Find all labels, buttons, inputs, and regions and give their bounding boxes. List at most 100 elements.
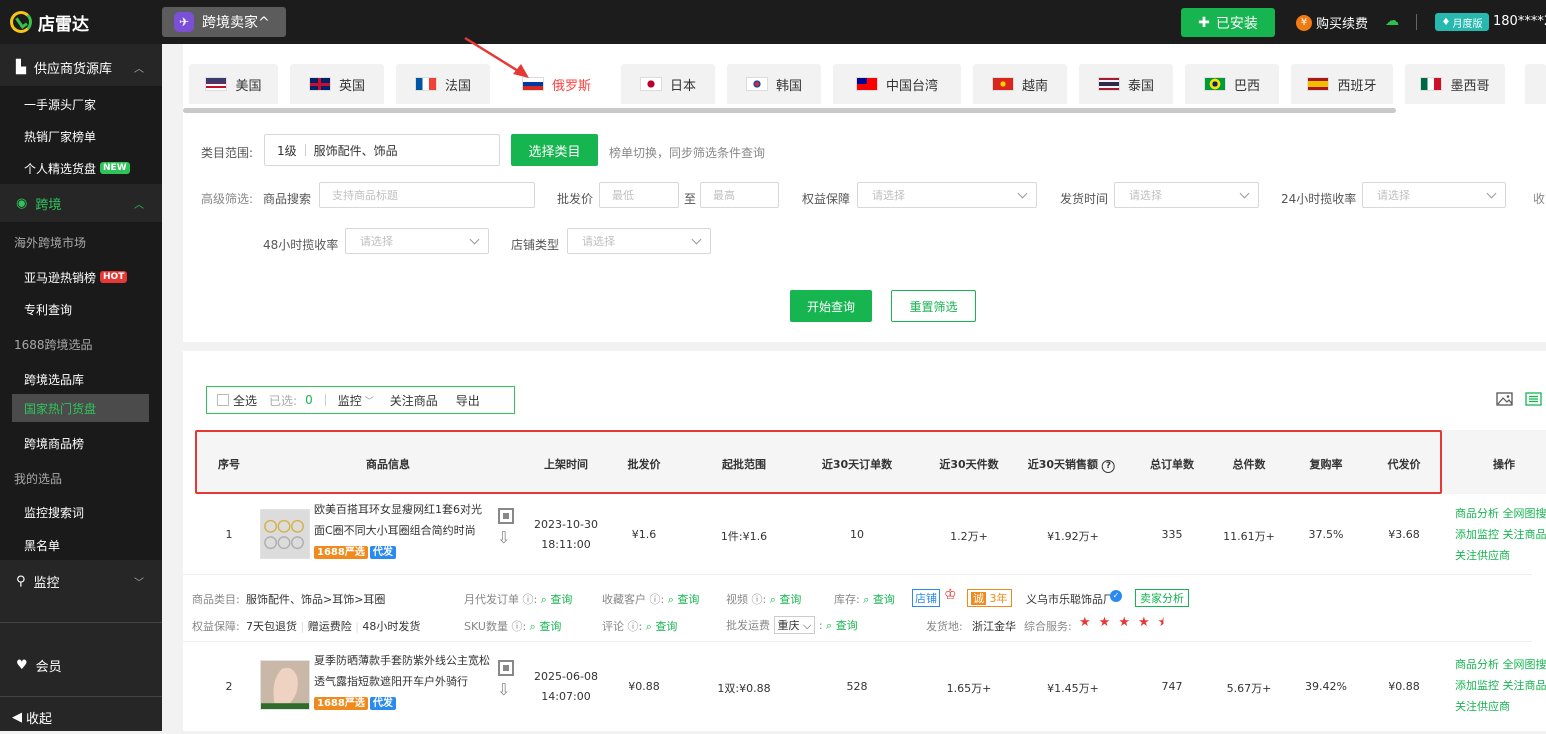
qr-code-icon[interactable]	[498, 508, 514, 524]
product-thumbnail[interactable]	[260, 509, 310, 559]
query-link[interactable]: ⌕ 查询	[826, 619, 858, 632]
sidebar-item-monitor-keyword[interactable]: 监控搜索词	[0, 496, 162, 528]
select-all-checkbox[interactable]	[217, 394, 229, 406]
image-search-link[interactable]: 全网图搜	[1503, 507, 1546, 520]
col-header-total-orders[interactable]: 总订单数	[1150, 456, 1194, 472]
image-search-link[interactable]: 全网图搜	[1503, 658, 1546, 671]
cloud-download-icon[interactable]: ☁	[1385, 14, 1402, 29]
tw-flag-icon	[856, 77, 878, 91]
query-link[interactable]: ⌕ 查询	[530, 620, 562, 633]
renew-link[interactable]: ¥ 购买续费	[1296, 13, 1368, 32]
image-view-icon[interactable]	[1496, 392, 1513, 406]
tab-th[interactable]: 泰国	[1079, 64, 1173, 104]
arrow-annotation-icon	[463, 36, 533, 82]
tab-jp[interactable]: 日本	[621, 64, 715, 104]
sidebar-member[interactable]: ♥ 会员	[0, 648, 162, 682]
sidebar-collapse[interactable]: ◀ 收起	[0, 700, 162, 734]
seller-analysis-button[interactable]: 卖家分析	[1135, 589, 1189, 607]
col-header-repurchase[interactable]: 复购率	[1310, 456, 1343, 472]
pieces-30d: 1.65万+	[947, 680, 992, 696]
sidebar-group-monitor[interactable]: ⚲ 监控 ﹀	[0, 564, 162, 598]
rate48-select[interactable]: 请选择	[345, 228, 489, 254]
sidebar-item-crossborder-rank[interactable]: 跨境商品榜	[0, 427, 162, 459]
sidebar-item-patent[interactable]: 专利查询	[0, 293, 162, 325]
follow-product-link[interactable]: 关注商品	[1503, 679, 1546, 692]
tab-overflow[interactable]	[1525, 64, 1546, 104]
sidebar-item-label: 热销厂家榜单	[24, 128, 96, 145]
col-header-price[interactable]: 批发价	[628, 456, 661, 472]
col-header-orders30[interactable]: 近30天订单数	[822, 456, 892, 472]
user-phone[interactable]: 180****2	[1493, 14, 1546, 29]
follow-product-link[interactable]: 关注商品	[1503, 528, 1546, 541]
price-min-input[interactable]: 最低	[599, 182, 679, 208]
col-header-total-pieces[interactable]: 总件数	[1233, 456, 1266, 472]
tab-kr[interactable]: 韩国	[727, 64, 821, 104]
price-max-input[interactable]: 最高	[700, 182, 779, 208]
product-thumbnail[interactable]	[260, 660, 310, 710]
tab-es[interactable]: 西班牙	[1291, 64, 1393, 104]
guarantee-select[interactable]: 请选择	[857, 182, 1037, 208]
sidebar-group-crossborder[interactable]: ◉ 跨境 ︿	[0, 186, 162, 220]
tab-tw[interactable]: 中国台湾	[833, 64, 961, 104]
query-link[interactable]: ⌕ 查询	[541, 593, 573, 606]
sidebar-item-amazon[interactable]: 亚马逊热销榜HOT	[0, 261, 162, 293]
service-rating: ★★★★★	[1079, 615, 1177, 630]
col-header-listed[interactable]: 上架时间	[544, 456, 588, 472]
sidebar-item-hot-factory[interactable]: 热销厂家榜单	[0, 120, 162, 152]
start-query-button[interactable]: 开始查询	[790, 290, 872, 322]
help-icon[interactable]: ?	[1102, 460, 1115, 473]
tab-label: 西班牙	[1337, 75, 1376, 94]
freight-city-select[interactable]: 重庆 ⌵	[774, 616, 816, 634]
col-header-dropship[interactable]: 代发价	[1388, 456, 1421, 472]
shop-name[interactable]: 义乌市乐聪饰品厂	[1026, 591, 1114, 607]
tabs-scrollbar[interactable]	[183, 108, 1396, 113]
query-link[interactable]: ⌕ 查询	[646, 620, 678, 633]
select-all-label[interactable]: 全选	[233, 392, 257, 409]
query-link[interactable]: ⌕ 查询	[770, 593, 802, 606]
sidebar-item-source-factory[interactable]: 一手源头厂家	[0, 88, 162, 120]
installed-button[interactable]: ✚ 已安装	[1181, 8, 1275, 37]
col-header-pieces30[interactable]: 近30天件数	[939, 456, 998, 472]
follow-products-button[interactable]: 关注商品	[390, 392, 438, 409]
qr-code-icon[interactable]	[498, 660, 514, 676]
ship-time-select[interactable]: 请选择	[1114, 182, 1259, 208]
download-icon[interactable]: ⇩	[497, 528, 510, 547]
add-monitor-link[interactable]: 添加监控 关注商品	[1455, 524, 1546, 545]
follow-supplier-link[interactable]: 关注供应商	[1455, 696, 1546, 717]
choose-category-button[interactable]: 选择类目	[511, 134, 598, 166]
product-title[interactable]: 欧美百搭耳环女显瘦网红1套6对光面C圈不同大小耳圈组合简约时尚 1688严选代发	[314, 499, 492, 562]
tab-vn[interactable]: 越南	[973, 64, 1067, 104]
tab-mx[interactable]: 墨西哥	[1405, 64, 1505, 104]
query-link[interactable]: ⌕ 查询	[668, 593, 700, 606]
rate24-select[interactable]: 请选择	[1362, 182, 1506, 208]
sidebar-item-country-hot[interactable]: 国家热门货盘	[12, 394, 149, 422]
sidebar-group-supply[interactable]: ▙ 供应商货源库 ︿	[0, 50, 162, 84]
product-title[interactable]: 夏季防晒薄款手套防紫外线公主宽松透气露指短款遮阳开车户外骑行 1688严选代发	[314, 650, 492, 713]
follow-supplier-link[interactable]: 关注供应商	[1455, 545, 1546, 566]
sidebar-item-personal-picks[interactable]: 个人精选货盘NEW	[0, 152, 162, 184]
export-button[interactable]: 导出	[456, 392, 480, 409]
tab-br[interactable]: 巴西	[1185, 64, 1279, 104]
listed-date: 2023-10-30	[534, 518, 598, 531]
vip-badge[interactable]: ♦月度版	[1435, 13, 1489, 31]
reset-filter-button[interactable]: 重置筛选	[891, 290, 976, 322]
select-placeholder: 请选择	[1377, 187, 1410, 203]
product-analysis-link[interactable]: 商品分析 全网图搜	[1455, 654, 1546, 675]
seller-switch-dropdown[interactable]: ✈ 跨境卖家^	[162, 7, 286, 37]
list-view-icon[interactable]	[1525, 392, 1542, 406]
category-field[interactable]: 1级 服饰配件、饰品	[264, 134, 500, 166]
sidebar: ▙ 供应商货源库 ︿ 一手源头厂家 热销厂家榜单 个人精选货盘NEW ◉ 跨境 …	[0, 44, 162, 731]
add-monitor-link[interactable]: 添加监控 关注商品	[1455, 675, 1546, 696]
sidebar-item-blacklist[interactable]: 黑名单	[0, 529, 162, 561]
shop-type-select[interactable]: 请选择	[567, 228, 711, 254]
app-logo[interactable]: 店雷达	[10, 10, 89, 34]
product-analysis-link[interactable]: 商品分析 全网图搜	[1455, 503, 1546, 524]
col-header-sales30[interactable]: 近30天销售额 ?	[1028, 456, 1115, 473]
download-icon[interactable]: ⇩	[497, 680, 510, 699]
monitor-dropdown[interactable]: 监控	[338, 392, 362, 409]
sidebar-item-crossborder-lib[interactable]: 跨境选品库	[0, 363, 162, 395]
tab-us[interactable]: 美国	[189, 64, 278, 104]
search-input[interactable]: 支持商品标题	[319, 182, 535, 208]
query-link[interactable]: ⌕ 查询	[863, 593, 895, 606]
tab-uk[interactable]: 英国	[290, 64, 384, 104]
